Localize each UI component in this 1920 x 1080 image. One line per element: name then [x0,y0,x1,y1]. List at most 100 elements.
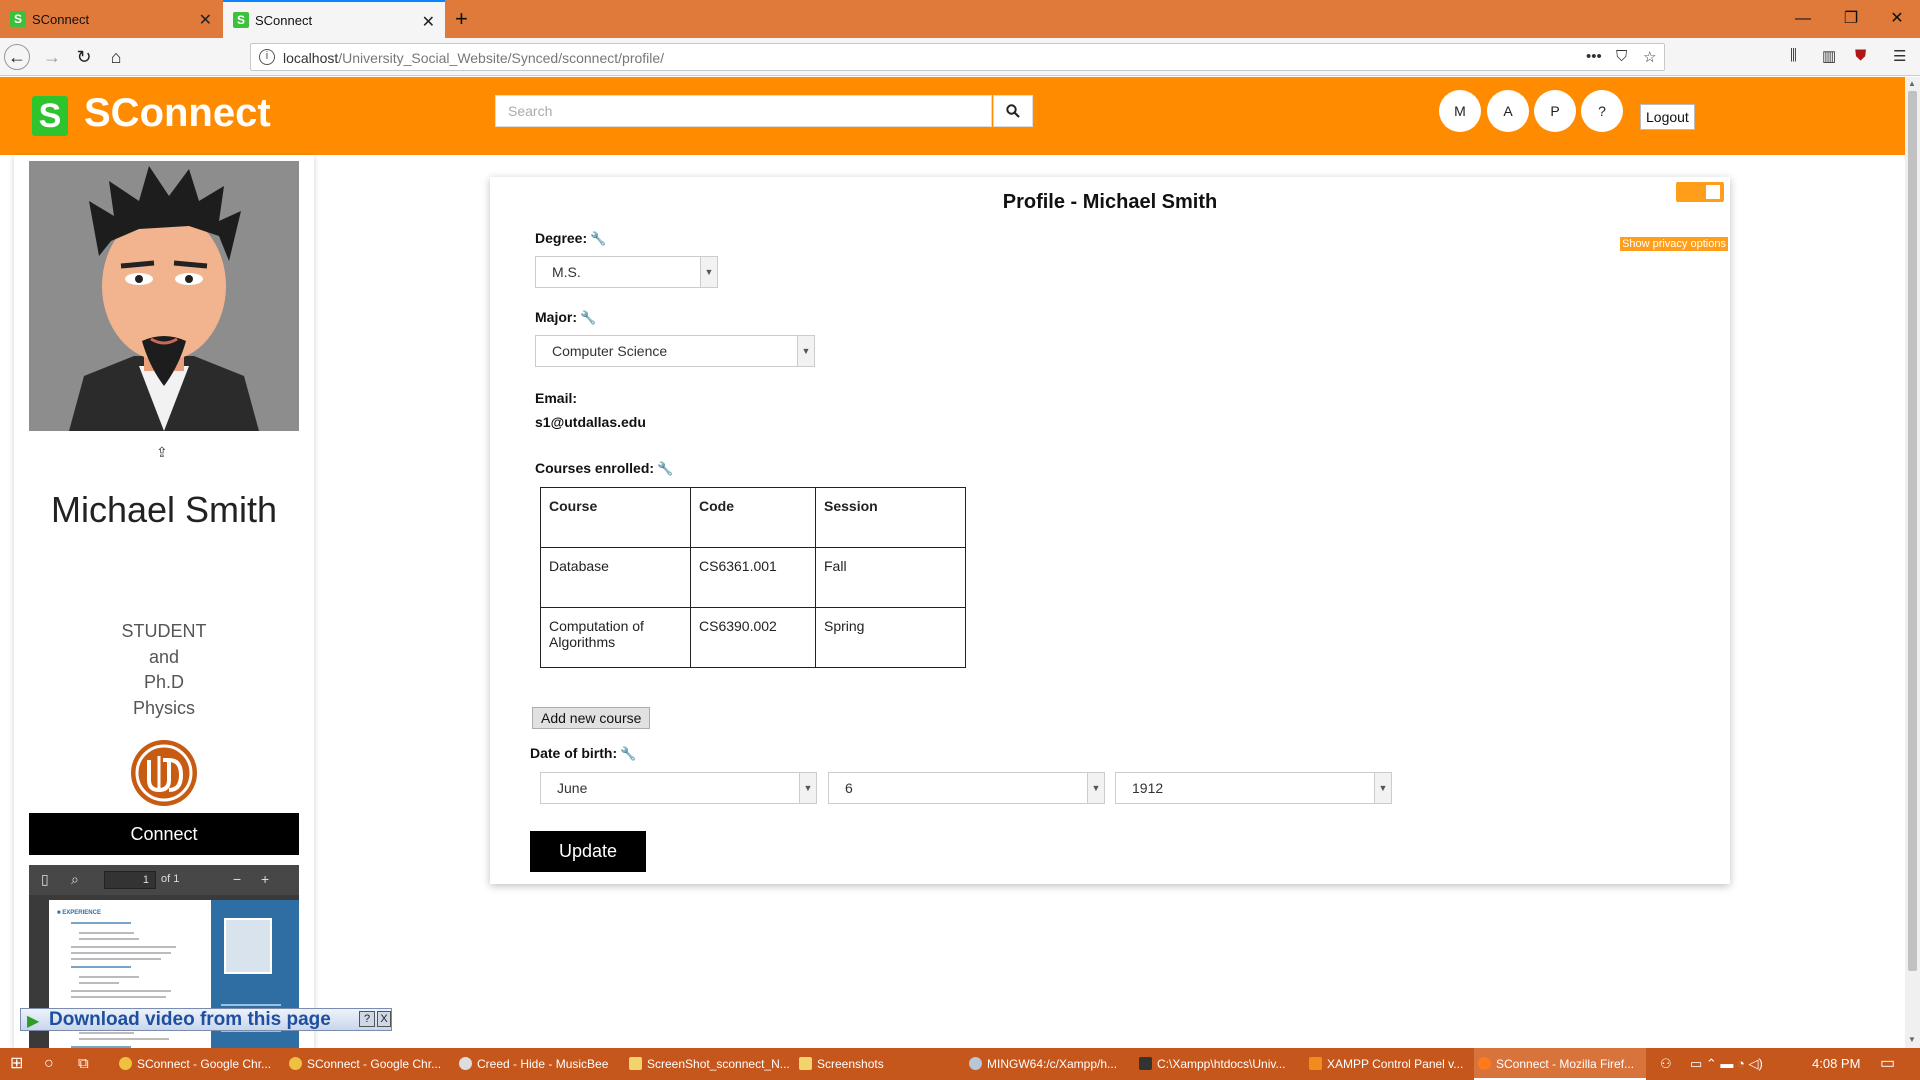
taskbar-item[interactable]: MINGW64:/c/Xampp/h... [965,1048,1130,1080]
close-tab-icon[interactable]: ✕ [422,12,435,32]
add-course-button[interactable]: Add new course [532,707,651,729]
task-view-icon[interactable]: ⧉ [78,1048,89,1080]
minimize-icon[interactable]: — [1780,0,1826,38]
profile-name: Michael Smith [50,489,278,530]
tray-icons[interactable]: ▭ ⌃ ▬ ◔ ◁) [1690,1048,1763,1080]
nav-circle-p[interactable]: P [1534,90,1576,132]
privacy-toggle[interactable] [1676,182,1724,202]
close-tab-icon[interactable]: ✕ [199,10,212,30]
pdf-page-count: of 1 [161,873,180,885]
ublock-icon[interactable]: ⛊ [1855,47,1866,64]
nav-circle-m[interactable]: M [1439,90,1481,132]
taskbar-item[interactable]: SConnect - Google Chr... [285,1048,445,1080]
windows-start-icon[interactable]: ⊞ [10,1048,23,1080]
search-button[interactable] [993,95,1033,127]
close-icon[interactable]: X [377,1011,391,1027]
back-icon[interactable]: ← [4,44,30,70]
dob-day-select[interactable]: 6 ▼ [828,772,1105,804]
wrench-icon[interactable]: 🔧 [590,231,606,246]
folder-icon [629,1057,642,1070]
folder-icon [799,1057,812,1070]
browser-tab-active[interactable]: S SConnect ✕ [223,0,445,38]
sidebar-toggle-icon[interactable]: ▯ [41,871,49,888]
reload-icon[interactable]: ↻ [70,44,98,70]
firefox-icon [1478,1057,1491,1070]
dob-year-select[interactable]: 1912 ▼ [1115,772,1392,804]
restore-icon[interactable]: ❐ [1828,0,1874,38]
chevron-down-icon: ▼ [797,336,814,366]
zoom-in-icon[interactable]: + [261,871,269,887]
profile-card: Profile - Michael Smith Show privacy opt… [490,177,1730,884]
sidebar-icon[interactable]: ▥ [1822,47,1836,65]
nav-circle-help[interactable]: ? [1581,90,1623,132]
connect-button[interactable]: Connect [29,813,299,855]
dob-month-select[interactable]: June ▼ [540,772,817,804]
chevron-down-icon: ▼ [700,257,717,287]
wrench-icon[interactable]: 🔧 [620,746,636,761]
search-input[interactable] [495,95,992,127]
notifications-icon[interactable]: ▭ [1880,1048,1895,1080]
course-session: Spring [815,607,966,668]
column-header: Code [690,487,816,548]
logo-icon[interactable]: S [32,96,68,136]
browser-tab-bar: S SConnect ✕ S SConnect ✕ + — ❐ ✕ [0,0,1920,38]
major-label: Major: 🔧 [535,309,597,325]
forward-icon[interactable]: → [38,44,66,70]
home-icon[interactable]: ⌂ [102,44,130,70]
nav-circle-a[interactable]: A [1487,90,1529,132]
info-icon[interactable]: i [259,49,275,65]
browser-nav-bar: ← → ↻ ⌂ i localhost/University_Social_We… [0,38,1920,76]
table-header-row: Course Code Session [540,487,966,548]
zoom-out-icon[interactable]: − [233,871,241,887]
column-header: Course [540,487,691,548]
scroll-up-icon[interactable]: ▲ [1908,79,1916,88]
logo-text[interactable]: SConnect [84,91,271,136]
taskbar-item[interactable]: C:\Xampp\htdocs\Univ... [1135,1048,1300,1080]
scroll-down-icon[interactable]: ▼ [1908,1035,1916,1044]
taskbar-item-active[interactable]: SConnect - Mozilla Firef... [1474,1048,1646,1080]
taskbar-item[interactable]: SConnect - Google Chr... [115,1048,275,1080]
people-icon[interactable]: ⚇ [1660,1048,1672,1080]
role-line: and [148,647,180,667]
course-name: Computation of Algorithms [540,607,691,668]
major-select[interactable]: Computer Science ▼ [535,335,815,367]
cortana-icon[interactable]: ○ [44,1048,54,1080]
download-video-link[interactable]: Download video from this page [49,1009,331,1031]
library-icon[interactable]: ⫼ [1790,47,1797,64]
logout-button[interactable]: Logout [1640,104,1695,130]
taskbar-item[interactable]: XAMPP Control Panel v... [1305,1048,1470,1080]
scrollbar-thumb[interactable] [1908,91,1917,971]
search-icon[interactable]: ⌕ [71,871,79,888]
help-icon[interactable]: ? [359,1011,375,1027]
tab-title: SConnect [255,12,313,28]
avatar [29,161,299,431]
degree-select[interactable]: M.S. ▼ [535,256,718,288]
pdf-page-input[interactable]: 1 [104,871,156,889]
clock-time[interactable]: 4:08 PM [1812,1048,1860,1080]
site-header: S SConnect M A P ? Logout [0,77,1905,155]
bookmark-star-icon[interactable]: ☆ [1643,48,1656,66]
windows-taskbar: ⊞ ○ ⧉ SConnect - Google Chr... SConnect … [0,1048,1920,1080]
new-tab-icon[interactable]: + [455,6,468,32]
wrench-icon[interactable]: 🔧 [580,310,596,325]
browser-tab[interactable]: S SConnect ✕ [0,0,222,38]
update-button[interactable]: Update [530,831,646,872]
upload-icon[interactable]: ⇪ [156,444,168,461]
page-title: Profile - Michael Smith [1002,191,1218,213]
show-privacy-options-button[interactable]: Show privacy options [1620,237,1728,251]
page-actions-icon[interactable]: ••• [1586,48,1602,65]
page-scrollbar[interactable]: ▲ ▼ [1905,77,1920,1048]
taskbar-item[interactable]: ScreenShot_sconnect_N... [625,1048,790,1080]
role-line: Ph.D [143,672,185,692]
cmd-icon [1139,1057,1152,1070]
url-bar[interactable]: i localhost/University_Social_Website/Sy… [250,43,1665,71]
taskbar-item[interactable]: Screenshots [795,1048,955,1080]
course-code: CS6390.002 [690,607,816,668]
taskbar-item[interactable]: Creed - Hide - MusicBee [455,1048,625,1080]
close-window-icon[interactable]: ✕ [1874,0,1920,38]
pocket-icon[interactable]: ⛉ [1616,48,1627,65]
menu-icon[interactable]: ☰ [1893,47,1906,65]
url-text: localhost/University_Social_Website/Sync… [283,50,665,66]
download-video-banner[interactable]: ▶ Download video from this page ? X [20,1008,392,1031]
wrench-icon[interactable]: 🔧 [657,461,673,476]
